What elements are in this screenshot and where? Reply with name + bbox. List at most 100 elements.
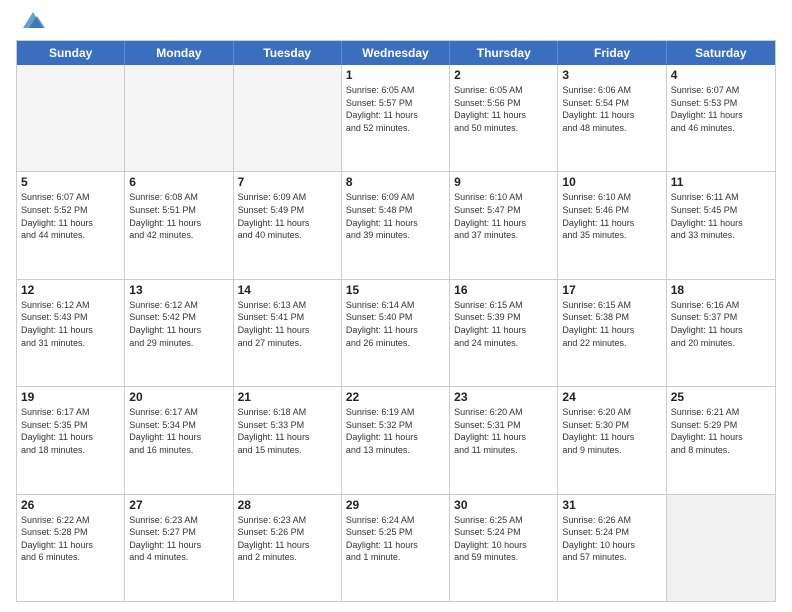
day-info: Sunrise: 6:17 AM Sunset: 5:35 PM Dayligh… [21, 406, 120, 456]
header [16, 12, 776, 32]
weekday-header: Saturday [667, 41, 775, 65]
day-info: Sunrise: 6:19 AM Sunset: 5:32 PM Dayligh… [346, 406, 445, 456]
day-info: Sunrise: 6:21 AM Sunset: 5:29 PM Dayligh… [671, 406, 771, 456]
day-info: Sunrise: 6:10 AM Sunset: 5:47 PM Dayligh… [454, 191, 553, 241]
day-info: Sunrise: 6:20 AM Sunset: 5:30 PM Dayligh… [562, 406, 661, 456]
day-info: Sunrise: 6:07 AM Sunset: 5:53 PM Dayligh… [671, 84, 771, 134]
day-number: 28 [238, 498, 337, 512]
calendar-cell: 23 Sunrise: 6:20 AM Sunset: 5:31 PM Dayli… [450, 387, 558, 493]
day-number: 23 [454, 390, 553, 404]
day-info: Sunrise: 6:17 AM Sunset: 5:34 PM Dayligh… [129, 406, 228, 456]
calendar-cell: 6 Sunrise: 6:08 AM Sunset: 5:51 PM Daylig… [125, 172, 233, 278]
calendar-cell: 26 Sunrise: 6:22 AM Sunset: 5:28 PM Dayli… [17, 495, 125, 601]
day-info: Sunrise: 6:24 AM Sunset: 5:25 PM Dayligh… [346, 514, 445, 564]
calendar-cell: 3 Sunrise: 6:06 AM Sunset: 5:54 PM Daylig… [558, 65, 666, 171]
day-info: Sunrise: 6:23 AM Sunset: 5:26 PM Dayligh… [238, 514, 337, 564]
day-info: Sunrise: 6:09 AM Sunset: 5:49 PM Dayligh… [238, 191, 337, 241]
day-info: Sunrise: 6:08 AM Sunset: 5:51 PM Dayligh… [129, 191, 228, 241]
day-number: 6 [129, 175, 228, 189]
day-number: 11 [671, 175, 771, 189]
day-number: 5 [21, 175, 120, 189]
day-info: Sunrise: 6:07 AM Sunset: 5:52 PM Dayligh… [21, 191, 120, 241]
calendar-cell: 21Sunrise: 6:18 AM Sunset: 5:33 PM Dayli… [234, 387, 342, 493]
calendar-cell: 16 Sunrise: 6:15 AM Sunset: 5:39 PM Dayli… [450, 280, 558, 386]
day-number: 25 [671, 390, 771, 404]
day-number: 19 [21, 390, 120, 404]
calendar-cell: 22 Sunrise: 6:19 AM Sunset: 5:32 PM Dayli… [342, 387, 450, 493]
day-info: Sunrise: 6:25 AM Sunset: 5:24 PM Dayligh… [454, 514, 553, 564]
day-info: Sunrise: 6:20 AM Sunset: 5:31 PM Dayligh… [454, 406, 553, 456]
calendar-row: 5 Sunrise: 6:07 AM Sunset: 5:52 PM Daylig… [17, 171, 775, 278]
calendar-cell [125, 65, 233, 171]
calendar-cell [667, 495, 775, 601]
calendar-cell: 17Sunrise: 6:15 AM Sunset: 5:38 PM Dayli… [558, 280, 666, 386]
calendar-cell: 5 Sunrise: 6:07 AM Sunset: 5:52 PM Daylig… [17, 172, 125, 278]
day-number: 26 [21, 498, 120, 512]
day-number: 18 [671, 283, 771, 297]
calendar-row: 1Sunrise: 6:05 AM Sunset: 5:57 PM Daylig… [17, 65, 775, 171]
day-info: Sunrise: 6:15 AM Sunset: 5:38 PM Dayligh… [562, 299, 661, 349]
day-info: Sunrise: 6:12 AM Sunset: 5:43 PM Dayligh… [21, 299, 120, 349]
day-number: 10 [562, 175, 661, 189]
calendar-cell: 24 Sunrise: 6:20 AM Sunset: 5:30 PM Dayli… [558, 387, 666, 493]
day-number: 9 [454, 175, 553, 189]
day-number: 27 [129, 498, 228, 512]
calendar: SundayMondayTuesdayWednesdayThursdayFrid… [16, 40, 776, 602]
day-info: Sunrise: 6:05 AM Sunset: 5:57 PM Dayligh… [346, 84, 445, 134]
calendar-cell [17, 65, 125, 171]
weekday-header: Tuesday [234, 41, 342, 65]
day-info: Sunrise: 6:22 AM Sunset: 5:28 PM Dayligh… [21, 514, 120, 564]
weekday-header: Thursday [450, 41, 558, 65]
day-number: 24 [562, 390, 661, 404]
day-info: Sunrise: 6:05 AM Sunset: 5:56 PM Dayligh… [454, 84, 553, 134]
logo [16, 12, 47, 32]
day-number: 30 [454, 498, 553, 512]
weekday-header: Monday [125, 41, 233, 65]
day-info: Sunrise: 6:15 AM Sunset: 5:39 PM Dayligh… [454, 299, 553, 349]
calendar-cell: 2Sunrise: 6:05 AM Sunset: 5:56 PM Daylig… [450, 65, 558, 171]
day-number: 22 [346, 390, 445, 404]
day-info: Sunrise: 6:26 AM Sunset: 5:24 PM Dayligh… [562, 514, 661, 564]
calendar-cell: 25 Sunrise: 6:21 AM Sunset: 5:29 PM Dayli… [667, 387, 775, 493]
calendar-cell: 27Sunrise: 6:23 AM Sunset: 5:27 PM Dayli… [125, 495, 233, 601]
day-number: 20 [129, 390, 228, 404]
weekday-header: Sunday [17, 41, 125, 65]
calendar-cell: 28 Sunrise: 6:23 AM Sunset: 5:26 PM Dayli… [234, 495, 342, 601]
calendar-cell: 29 Sunrise: 6:24 AM Sunset: 5:25 PM Dayli… [342, 495, 450, 601]
calendar-cell: 7 Sunrise: 6:09 AM Sunset: 5:49 PM Daylig… [234, 172, 342, 278]
calendar-cell: 11 Sunrise: 6:11 AM Sunset: 5:45 PM Dayli… [667, 172, 775, 278]
day-info: Sunrise: 6:11 AM Sunset: 5:45 PM Dayligh… [671, 191, 771, 241]
calendar-cell: 8Sunrise: 6:09 AM Sunset: 5:48 PM Daylig… [342, 172, 450, 278]
calendar-row: 26 Sunrise: 6:22 AM Sunset: 5:28 PM Dayli… [17, 494, 775, 601]
day-number: 12 [21, 283, 120, 297]
calendar-cell [234, 65, 342, 171]
day-number: 16 [454, 283, 553, 297]
day-number: 4 [671, 68, 771, 82]
calendar-cell: 9 Sunrise: 6:10 AM Sunset: 5:47 PM Daylig… [450, 172, 558, 278]
calendar-cell: 18 Sunrise: 6:16 AM Sunset: 5:37 PM Dayli… [667, 280, 775, 386]
page: SundayMondayTuesdayWednesdayThursdayFrid… [0, 0, 792, 612]
day-info: Sunrise: 6:09 AM Sunset: 5:48 PM Dayligh… [346, 191, 445, 241]
calendar-row: 12 Sunrise: 6:12 AM Sunset: 5:43 PM Dayli… [17, 279, 775, 386]
calendar-body: 1Sunrise: 6:05 AM Sunset: 5:57 PM Daylig… [17, 65, 775, 601]
day-info: Sunrise: 6:18 AM Sunset: 5:33 PM Dayligh… [238, 406, 337, 456]
day-info: Sunrise: 6:06 AM Sunset: 5:54 PM Dayligh… [562, 84, 661, 134]
weekday-header: Wednesday [342, 41, 450, 65]
day-info: Sunrise: 6:16 AM Sunset: 5:37 PM Dayligh… [671, 299, 771, 349]
calendar-cell: 13Sunrise: 6:12 AM Sunset: 5:42 PM Dayli… [125, 280, 233, 386]
calendar-cell: 31Sunrise: 6:26 AM Sunset: 5:24 PM Dayli… [558, 495, 666, 601]
weekday-header: Friday [558, 41, 666, 65]
calendar-cell: 1Sunrise: 6:05 AM Sunset: 5:57 PM Daylig… [342, 65, 450, 171]
calendar-cell: 14Sunrise: 6:13 AM Sunset: 5:41 PM Dayli… [234, 280, 342, 386]
day-number: 29 [346, 498, 445, 512]
calendar-cell: 10Sunrise: 6:10 AM Sunset: 5:46 PM Dayli… [558, 172, 666, 278]
day-info: Sunrise: 6:12 AM Sunset: 5:42 PM Dayligh… [129, 299, 228, 349]
day-number: 3 [562, 68, 661, 82]
calendar-header: SundayMondayTuesdayWednesdayThursdayFrid… [17, 41, 775, 65]
calendar-row: 19 Sunrise: 6:17 AM Sunset: 5:35 PM Dayli… [17, 386, 775, 493]
calendar-cell: 12 Sunrise: 6:12 AM Sunset: 5:43 PM Dayli… [17, 280, 125, 386]
day-info: Sunrise: 6:14 AM Sunset: 5:40 PM Dayligh… [346, 299, 445, 349]
day-number: 7 [238, 175, 337, 189]
calendar-cell: 15Sunrise: 6:14 AM Sunset: 5:40 PM Dayli… [342, 280, 450, 386]
calendar-cell: 20 Sunrise: 6:17 AM Sunset: 5:34 PM Dayli… [125, 387, 233, 493]
